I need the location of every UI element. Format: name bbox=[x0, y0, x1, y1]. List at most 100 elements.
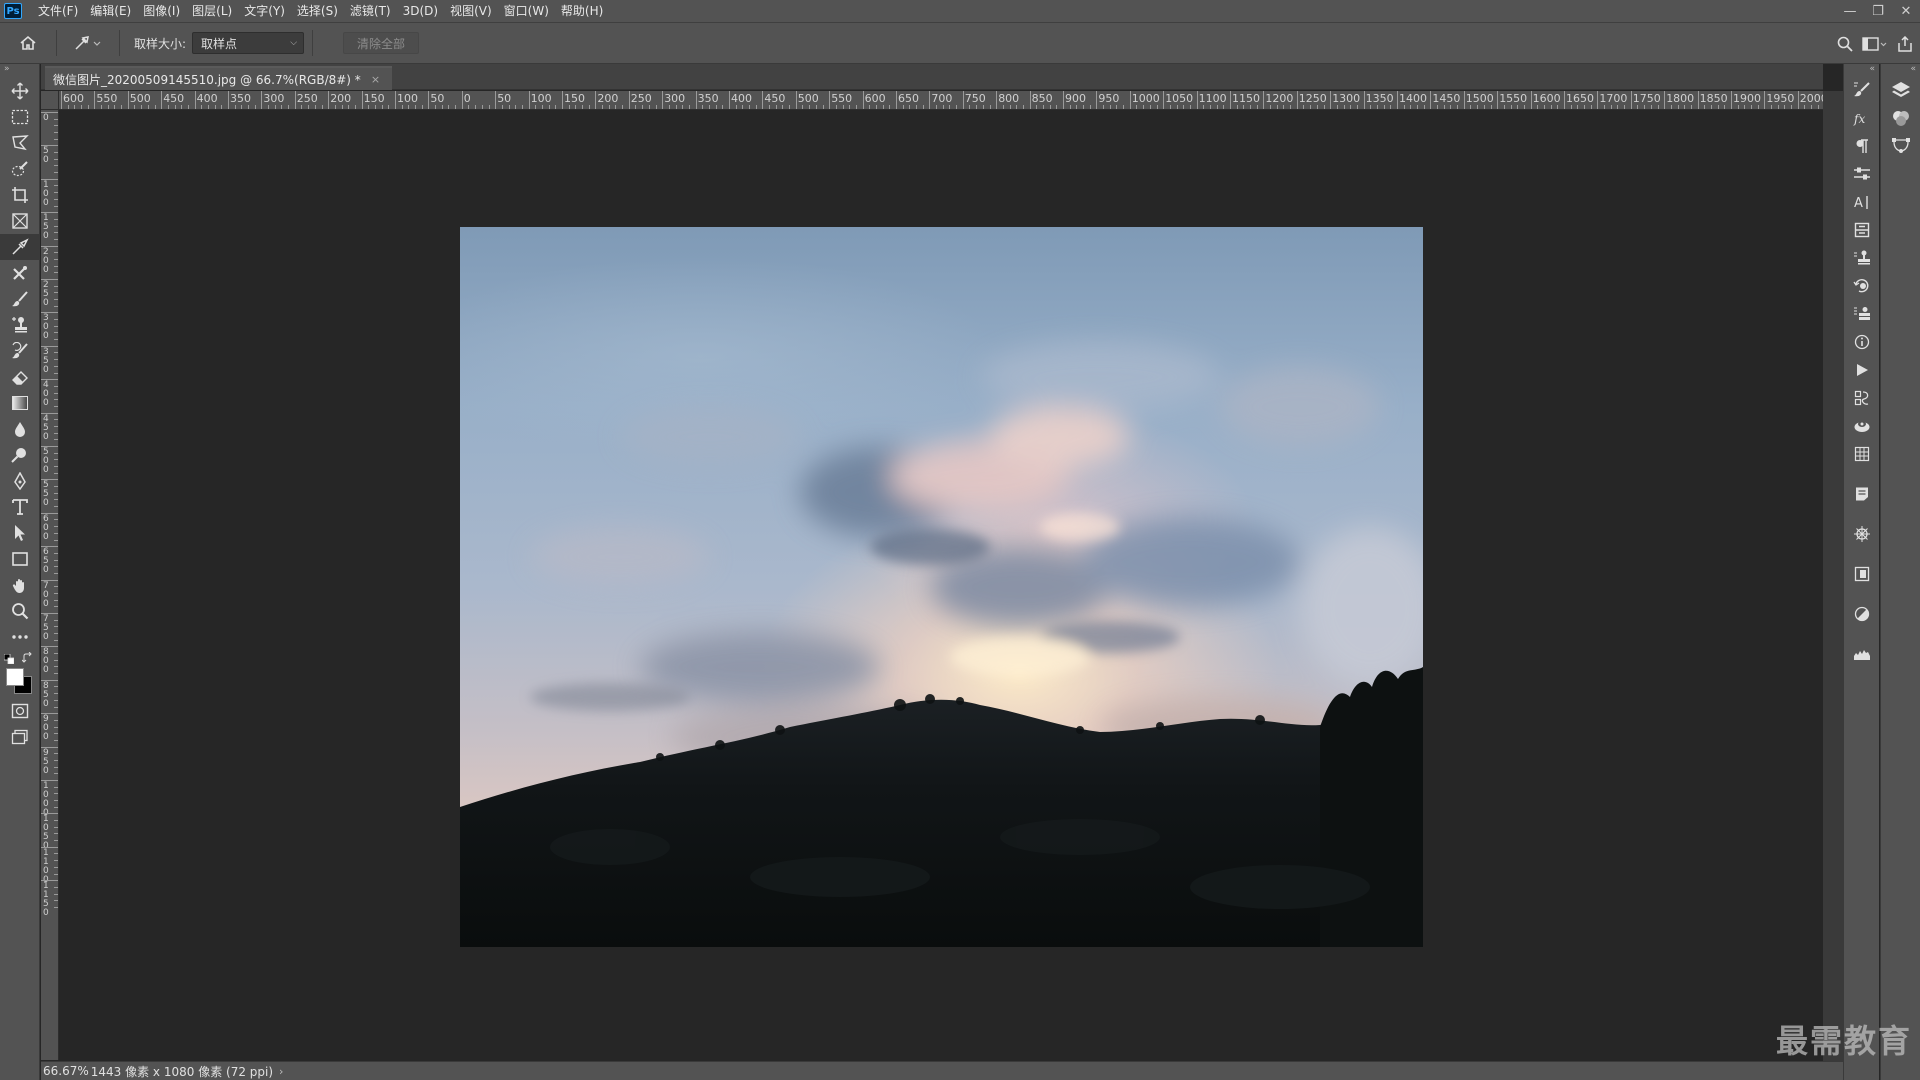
search-button[interactable] bbox=[1830, 29, 1860, 59]
clear-all-button[interactable]: 清除全部 bbox=[343, 32, 420, 54]
zoom-level[interactable]: 66.67% bbox=[41, 1064, 89, 1078]
ruler-minor-tick bbox=[1022, 105, 1024, 109]
menu-view[interactable]: 视图(V) bbox=[444, 0, 498, 22]
water-drop-icon bbox=[15, 422, 25, 437]
horizontal-ruler[interactable]: 600 550 500 450 400 350 300 250 200 150 100 50 0 50 10… bbox=[59, 91, 1823, 110]
move-tool[interactable] bbox=[0, 78, 40, 104]
restore-button[interactable]: ❐ bbox=[1864, 0, 1892, 22]
channels-panel-button-2[interactable] bbox=[1881, 104, 1920, 132]
glyphs-panel-button[interactable] bbox=[1844, 560, 1880, 588]
zoom-tool[interactable] bbox=[0, 598, 40, 624]
lasso-tool[interactable] bbox=[0, 130, 40, 156]
hand-tool[interactable] bbox=[0, 572, 40, 598]
collapse-panels-icon[interactable]: « bbox=[1881, 64, 1920, 76]
paths-panel-button[interactable] bbox=[1881, 132, 1920, 160]
color-sampler-tool[interactable] bbox=[0, 234, 40, 260]
vertical-ruler[interactable]: 0501001502002503003504004505005506006507… bbox=[41, 110, 59, 1060]
close-window-button[interactable]: ✕ bbox=[1892, 0, 1920, 22]
ruler-minor-tick bbox=[535, 105, 537, 109]
menu-filter[interactable]: 滤镜(T) bbox=[344, 0, 397, 22]
marquee-tool[interactable] bbox=[0, 104, 40, 130]
vertical-scrollbar[interactable] bbox=[1823, 91, 1843, 1061]
menu-image[interactable]: 图像(I) bbox=[137, 0, 186, 22]
workspace-button[interactable] bbox=[1860, 29, 1890, 59]
ruler-minor-tick bbox=[1042, 105, 1044, 109]
layers-panel-button[interactable] bbox=[1881, 76, 1920, 104]
menu-type[interactable]: 文字(Y) bbox=[238, 0, 291, 22]
minimize-button[interactable]: — bbox=[1836, 0, 1864, 22]
dodge-tool[interactable] bbox=[0, 442, 40, 468]
edit-toolbar-button[interactable] bbox=[0, 624, 40, 650]
navigator-panel-button[interactable] bbox=[1844, 520, 1880, 548]
ruler-label: 300 bbox=[263, 92, 285, 105]
color-panel-button[interactable] bbox=[1844, 300, 1880, 328]
adjustments-panel-button[interactable] bbox=[1844, 600, 1880, 628]
swap-colors-icon[interactable] bbox=[22, 652, 34, 664]
clone-source-panel-button[interactable] bbox=[1844, 244, 1880, 272]
blur-tool[interactable] bbox=[0, 416, 40, 442]
type-tool[interactable] bbox=[0, 494, 40, 520]
pen-tool[interactable] bbox=[0, 468, 40, 494]
screen-mode-button[interactable] bbox=[0, 724, 40, 750]
panel-group-gap bbox=[1844, 548, 1879, 560]
ruler-origin[interactable] bbox=[41, 91, 59, 110]
properties-panel-button[interactable] bbox=[1844, 160, 1880, 188]
table-grid-icon bbox=[1854, 446, 1870, 462]
ruler-minor-tick bbox=[1183, 105, 1185, 109]
document-image[interactable] bbox=[460, 227, 1423, 947]
histogram-panel-button[interactable] bbox=[1844, 640, 1880, 668]
menu-edit[interactable]: 编辑(E) bbox=[84, 0, 137, 22]
libraries-panel-button[interactable] bbox=[1844, 216, 1880, 244]
default-colors-icon[interactable] bbox=[4, 654, 14, 664]
canvas-area[interactable] bbox=[59, 111, 1823, 1061]
ruler-label: 350 bbox=[697, 92, 719, 105]
tool-preset-picker[interactable] bbox=[65, 27, 111, 59]
menu-3d[interactable]: 3D(D) bbox=[397, 0, 444, 22]
ruler-minor-tick bbox=[1523, 105, 1525, 109]
menu-file[interactable]: 文件(F) bbox=[32, 0, 84, 22]
quick-mask-button[interactable] bbox=[0, 698, 40, 724]
document-tab[interactable]: 微信图片_20200509145510.jpg @ 66.7%(RGB/8#) … bbox=[45, 66, 393, 90]
timeline-panel-button[interactable] bbox=[1844, 440, 1880, 468]
share-button[interactable] bbox=[1890, 29, 1920, 59]
healing-brush-tool[interactable] bbox=[0, 260, 40, 286]
close-tab-icon[interactable]: × bbox=[371, 73, 380, 86]
character-panel-button[interactable]: A bbox=[1844, 188, 1880, 216]
gradient-tool[interactable] bbox=[0, 390, 40, 416]
brush-settings-panel-button[interactable] bbox=[1844, 76, 1880, 104]
3d-panel-button[interactable] bbox=[1844, 412, 1880, 440]
layer-styles-panel-button[interactable]: fx bbox=[1844, 104, 1880, 132]
rectangle-tool[interactable] bbox=[0, 546, 40, 572]
menu-help[interactable]: 帮助(H) bbox=[555, 0, 609, 22]
clone-stamp-tool[interactable] bbox=[0, 312, 40, 338]
history-brush-tool[interactable] bbox=[0, 338, 40, 364]
collapse-toolbar-icon[interactable]: » bbox=[0, 64, 39, 78]
eraser-tool[interactable] bbox=[0, 364, 40, 390]
ruler-minor-tick bbox=[702, 105, 704, 109]
menu-select[interactable]: 选择(S) bbox=[291, 0, 344, 22]
status-menu-arrow-icon[interactable]: › bbox=[279, 1065, 283, 1078]
ruler-tick bbox=[1430, 91, 1432, 109]
ruler-label: 900 bbox=[1065, 92, 1086, 105]
brush-tool[interactable] bbox=[0, 286, 40, 312]
actions-panel-button[interactable] bbox=[1844, 356, 1880, 384]
ruler-minor-tick bbox=[54, 339, 58, 341]
info-panel-button[interactable] bbox=[1844, 328, 1880, 356]
path-selection-tool[interactable] bbox=[0, 520, 40, 546]
ruler-label: 450 bbox=[163, 92, 185, 105]
frame-tool[interactable] bbox=[0, 208, 40, 234]
sample-size-select[interactable]: 取样点 ⌵ bbox=[192, 32, 305, 54]
crop-tool[interactable] bbox=[0, 182, 40, 208]
quick-selection-tool[interactable] bbox=[0, 156, 40, 182]
ruler-minor-tick bbox=[334, 105, 336, 109]
notes-panel-button[interactable] bbox=[1844, 480, 1880, 508]
collapse-panels-icon[interactable]: « bbox=[1844, 64, 1879, 76]
menu-window[interactable]: 窗口(W) bbox=[498, 0, 555, 22]
history-panel-button[interactable] bbox=[1844, 272, 1880, 300]
menu-layer[interactable]: 图层(L) bbox=[186, 0, 238, 22]
foreground-color-swatch[interactable] bbox=[6, 668, 24, 686]
home-button[interactable] bbox=[8, 27, 48, 59]
channels-panel-button[interactable] bbox=[1844, 384, 1880, 412]
eyedropper-icon bbox=[12, 238, 29, 255]
paragraph-panel-button[interactable] bbox=[1844, 132, 1880, 160]
